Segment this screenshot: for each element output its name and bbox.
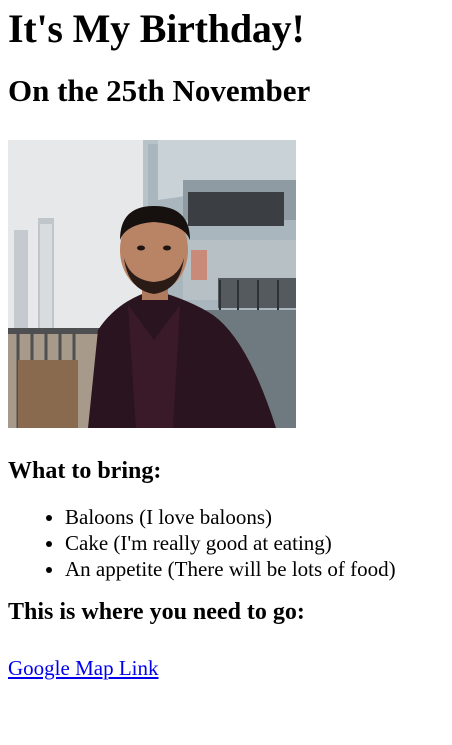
profile-photo bbox=[8, 140, 296, 428]
directions-heading: This is where you need to go: bbox=[8, 599, 305, 625]
date-heading: On the 25th November bbox=[8, 73, 311, 108]
what-to-bring-heading: What to bring: bbox=[8, 458, 162, 484]
list-item: An appetite (There will be lots of food) bbox=[65, 556, 444, 582]
bring-list: Baloons (I love baloons) Cake (I'm reall… bbox=[8, 504, 444, 582]
page-title: It's My Birthday! bbox=[8, 6, 305, 51]
page-content: It's My Birthday! On the 25th November W… bbox=[0, 6, 452, 681]
list-item: Cake (I'm really good at eating) bbox=[65, 530, 444, 556]
list-item: Baloons (I love baloons) bbox=[65, 504, 444, 530]
google-map-link[interactable]: Google Map Link bbox=[8, 655, 158, 681]
